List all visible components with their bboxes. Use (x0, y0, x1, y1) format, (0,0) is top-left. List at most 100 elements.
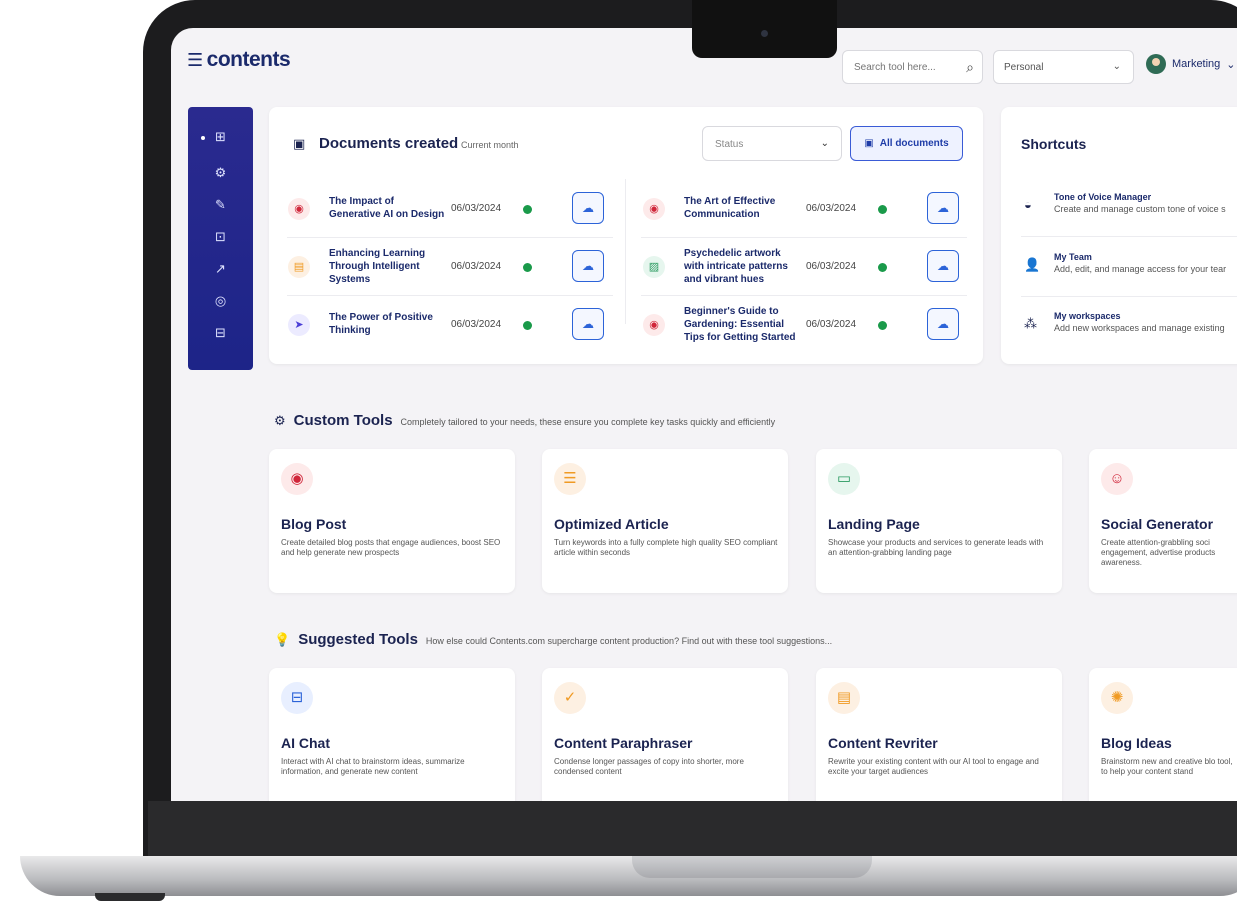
user-menu[interactable]: Marketing ⌄ (1146, 54, 1236, 74)
tool-title: Optimized Article (554, 516, 669, 532)
edit-icon: ✎ (215, 197, 226, 212)
status-dot (878, 321, 887, 330)
section-title: Suggested Tools (298, 631, 418, 648)
workspace-select[interactable]: Personal ⌄ (993, 50, 1134, 84)
tool-card-ai-chat[interactable]: ⊟ AI Chat Interact with AI chat to brain… (269, 668, 515, 801)
smile-chat-icon: ☺ (1101, 463, 1133, 495)
document-date: 06/03/2024 (451, 319, 502, 330)
tool-desc: Condense longer passages of copy into sh… (554, 757, 744, 776)
chevron-down-icon: ⌄ (820, 138, 829, 149)
add-user-icon: 👤 (1024, 257, 1041, 272)
document-row[interactable]: ▤ Enhancing Learning Through Intelligent… (269, 237, 625, 295)
sidebar-item-target[interactable]: ◎ (188, 293, 253, 309)
status-dot (878, 205, 887, 214)
shortcut-item-my-team[interactable]: 👤 My Team Add, edit, and manage access f… (1001, 238, 1237, 296)
shortcut-item-my-workspaces[interactable]: ⁂ My workspaces Add new workspaces and m… (1001, 297, 1237, 355)
sidebar-item-analytics[interactable]: ↗ (188, 261, 253, 277)
gear-icon: ⚙ (214, 165, 227, 180)
document-icon: ▤ (288, 256, 310, 278)
document-title[interactable]: The Art of Effective Communication (684, 179, 802, 237)
document-row[interactable]: ◉ The Impact of Generative AI on Design … (269, 179, 625, 237)
document-row[interactable]: ◉ The Art of Effective Communication 06/… (624, 179, 980, 237)
tool-card-social-generator[interactable]: ☺ Social Generator Create attention-grab… (1089, 449, 1237, 593)
sidebar-item-editor[interactable]: ✎ (188, 197, 253, 213)
section-subtitle: How else could Contents.com supercharge … (425, 636, 833, 646)
all-documents-label: All documents (879, 138, 949, 149)
grid-icon: ⊞ (215, 129, 226, 144)
status-select[interactable]: Status ⌄ (702, 126, 842, 161)
chat-bubble-icon: ◉ (281, 463, 313, 495)
document-title[interactable]: Enhancing Learning Through Intelligent S… (329, 237, 447, 295)
trend-icon: ↗ (215, 261, 226, 276)
logo[interactable]: ☰ contents (187, 48, 291, 72)
shortcut-desc: Create and manage custom tone of voice s (1054, 204, 1226, 214)
shortcuts-card: Shortcuts ◒ Tone of Voice Manager Create… (1001, 107, 1237, 364)
cloud-download-button[interactable]: ☁ (927, 308, 959, 340)
tool-title: AI Chat (281, 735, 330, 751)
image-icon: ▨ (643, 256, 665, 278)
sidebar-item-ai-chat[interactable]: ⊟ (188, 325, 253, 341)
document-row[interactable]: ◉ Beginner's Guide to Gardening: Essenti… (624, 295, 980, 353)
laptop-bezel (148, 801, 1237, 859)
tool-card-content-paraphraser[interactable]: ✓ Content Paraphraser Condense longer pa… (542, 668, 788, 801)
search-box[interactable]: ⌕ (842, 50, 983, 84)
sidebar: ⊞ ⚙ ✎ ⊡ ↗ ◎ ⊟ (188, 107, 253, 370)
shortcut-desc: Add new workspaces and manage existing (1054, 323, 1225, 333)
folder-icon: ▣ (293, 136, 306, 151)
divider (1021, 236, 1237, 237)
shortcut-item-tone-of-voice[interactable]: ◒ Tone of Voice Manager Create and manag… (1001, 178, 1237, 236)
tool-card-blog-post[interactable]: ◉ Blog Post Create detailed blog posts t… (269, 449, 515, 593)
sidebar-item-dashboard[interactable]: ⊞ (188, 129, 253, 145)
documents-card: ▣ Documents created Current month Status… (269, 107, 983, 364)
document-title[interactable]: Psychedelic artwork with intricate patte… (684, 237, 802, 295)
app-screen: ☰ contents ⌕ Personal ⌄ Marketing ⌄ ⊞ ⚙ … (171, 28, 1237, 801)
document-date: 06/03/2024 (451, 261, 502, 272)
tool-card-content-revriter[interactable]: ▤ Content Revriter Rewrite your existing… (816, 668, 1062, 801)
tool-title: Landing Page (828, 516, 920, 532)
tool-title: Blog Post (281, 516, 347, 532)
status-dot (523, 321, 532, 330)
status-dot (523, 263, 532, 272)
target-icon: ◎ (214, 293, 227, 308)
cloud-download-button[interactable]: ☁ (572, 192, 604, 224)
document-date: 06/03/2024 (806, 261, 857, 272)
tool-card-blog-ideas[interactable]: ✺ Blog Ideas Brainstorm new and creative… (1089, 668, 1237, 801)
search-icon[interactable]: ⌕ (966, 59, 974, 76)
checklist-icon: ☰ (554, 463, 586, 495)
section-title: Custom Tools (293, 412, 393, 429)
cloud-download-button[interactable]: ☁ (572, 250, 604, 282)
search-input[interactable] (852, 61, 956, 74)
sidebar-item-custom-tools[interactable]: ⚙ (188, 165, 253, 181)
sidebar-item-scan[interactable]: ⊡ (188, 229, 253, 245)
user-name: Marketing (1172, 58, 1221, 70)
tool-card-landing-page[interactable]: ▭ Landing Page Showcase your products an… (816, 449, 1062, 593)
section-subtitle: Completely tailored to your needs, these… (400, 417, 776, 427)
documents-title: Documents created (319, 135, 459, 152)
document-title[interactable]: Beginner's Guide to Gardening: Essential… (684, 295, 802, 353)
tool-desc: Showcase your products and services to g… (828, 538, 1044, 557)
document-row[interactable]: ➤ The Power of Positive Thinking 06/03/2… (269, 295, 625, 353)
chat-icon: ◉ (643, 314, 665, 336)
document-title[interactable]: The Impact of Generative AI on Design (329, 179, 447, 237)
robot-icon: ⊟ (215, 325, 226, 340)
cloud-download-button[interactable]: ☁ (927, 250, 959, 282)
robot-chat-icon: ⊟ (281, 682, 313, 714)
tool-desc: Create attention-grabbling soci engageme… (1101, 538, 1216, 567)
cloud-download-button[interactable]: ☁ (572, 308, 604, 340)
tool-card-optimized-article[interactable]: ☰ Optimized Article Turn keywords into a… (542, 449, 788, 593)
status-dot (523, 205, 532, 214)
chevron-down-icon: ⌄ (1226, 58, 1236, 71)
list-logo-icon: ☰ (187, 49, 203, 70)
document-date: 06/03/2024 (806, 203, 857, 214)
tool-title: Content Revriter (828, 735, 938, 751)
cloud-download-button[interactable]: ☁ (927, 192, 959, 224)
all-documents-button[interactable]: ▣ All documents (850, 126, 963, 161)
scan-icon: ⊡ (215, 229, 226, 244)
tool-title: Social Generator (1101, 516, 1214, 532)
lightbulb-icon: ✺ (1101, 682, 1133, 714)
document-row[interactable]: ▨ Psychedelic artwork with intricate pat… (624, 237, 980, 295)
shortcut-title: My Team (1054, 252, 1092, 262)
status-select-value: Status (715, 139, 744, 150)
document-title[interactable]: The Power of Positive Thinking (329, 295, 447, 353)
tool-desc: Brainstorm new and creative blo tool, to… (1101, 757, 1233, 776)
